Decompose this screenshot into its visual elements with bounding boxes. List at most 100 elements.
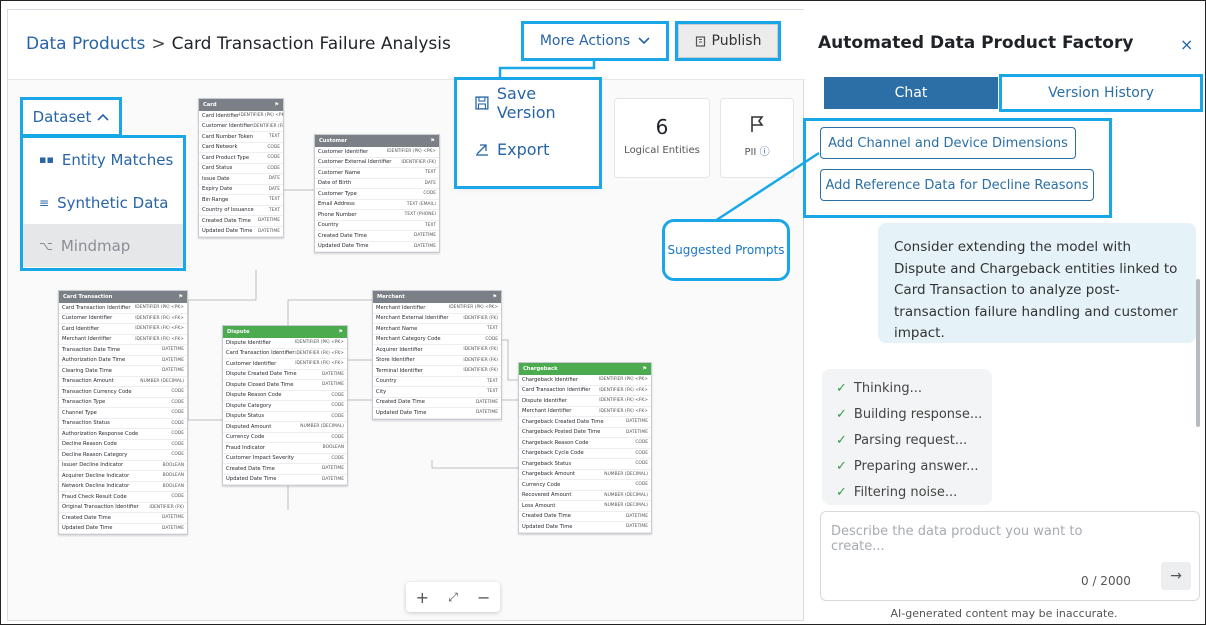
arrow-right-icon: → — [1170, 568, 1182, 584]
dataset-dropdown-button[interactable]: Dataset — [20, 97, 122, 137]
save-version-menu-item[interactable]: Save Version — [457, 80, 599, 126]
chat-scrollbar[interactable] — [1196, 279, 1200, 427]
prompt-input[interactable] — [831, 524, 1131, 564]
attribute-name: Email Address — [318, 201, 355, 208]
more-actions-button[interactable]: More Actions — [521, 21, 669, 61]
attribute-type: NUMBER (DECIMAL) — [604, 503, 648, 509]
entity-attribute-row: Store Identifier IDENTIFIER (FK) — [373, 356, 501, 366]
entity-attribute-row: Merchant Name TEXT — [373, 324, 501, 335]
entity-attribute-row: Country TEXT — [373, 377, 501, 387]
entity-customer[interactable]: Customer ⚑ Customer Identifier IDENTIFIER (… — [314, 134, 440, 253]
prompt-input-box: 0 / 2000 → — [820, 511, 1200, 601]
entity-attribute-row: Customer Identifier IDENTIFIER (PK) <PK> — [315, 147, 439, 158]
flag-icon: ⚑ — [492, 294, 497, 300]
status-step: ✓ Parsing request... — [836, 432, 968, 448]
synthetic-data-item[interactable]: ≡ Synthetic Data — [23, 181, 183, 224]
attribute-type: IDENTIFIER (FK) — [463, 357, 498, 363]
attribute-type: CODE — [635, 440, 648, 446]
attribute-name: Merchant Identifier — [62, 336, 112, 343]
attribute-name: Card Identifier — [202, 112, 240, 119]
export-menu-item[interactable]: Export — [457, 126, 599, 172]
check-circle-icon: ✓ — [836, 432, 847, 448]
entity-matches-item[interactable]: ▪▪ Entity Matches — [23, 138, 183, 181]
entity-name: Customer — [319, 138, 348, 144]
status-step: ✓ Preparing answer... — [836, 458, 979, 474]
attribute-type: NUMBER (DECIMAL) — [140, 378, 184, 384]
attribute-type: DATETIME — [322, 476, 344, 482]
attribute-type: BOOLEAN — [322, 445, 344, 451]
attribute-name: Country of Issuance — [202, 207, 254, 214]
send-button[interactable]: → — [1161, 562, 1191, 590]
suggestion-chip[interactable]: Add Reference Data for Decline Reasons — [820, 169, 1094, 201]
attribute-type: DATETIME — [322, 466, 344, 472]
attribute-name: Issue Date — [202, 175, 230, 182]
attribute-type: DATETIME — [322, 371, 344, 377]
attribute-type: DATETIME — [414, 233, 436, 239]
character-counter: 0 / 2000 — [1081, 574, 1131, 588]
attribute-type: IDENTIFIER (FK) <FK> — [295, 361, 344, 367]
entity-chargeback[interactable]: Chargeback ⚑ Chargeback Identifier IDENTIFI… — [518, 362, 652, 534]
entity-attribute-row: Updated Date Time DATETIME — [199, 227, 283, 237]
attribute-name: Transaction Date Time — [62, 346, 121, 353]
attribute-name: Updated Date Time — [522, 523, 573, 530]
callout-pointer — [714, 151, 820, 223]
attribute-type: TEXT — [486, 389, 498, 395]
entity-attribute-row: Authorization Date Time DATETIME — [59, 356, 187, 366]
attribute-name: Fraud Indicator — [226, 444, 266, 451]
status-step: ✓ Filtering noise... — [836, 484, 958, 500]
entity-attribute-row: Customer Name TEXT — [315, 168, 439, 179]
entity-attribute-row: Issuer Decline Indicator BOOLEAN — [59, 461, 187, 471]
entity-merchant[interactable]: Merchant ⚑ Merchant Identifier IDENTIFIER (… — [372, 290, 502, 420]
entity-attribute-row: Fraud Indicator BOOLEAN — [223, 443, 347, 454]
page-title: Card Transaction Failure Analysis — [171, 34, 451, 54]
status-steps: ✓ Thinking... ✓ Building response... ✓ Pars… — [822, 369, 992, 505]
attribute-name: Card Product Type — [202, 154, 250, 161]
entity-attribute-row: Dispute Reason Code CODE — [223, 391, 347, 401]
tab-version-history[interactable]: Version History — [999, 74, 1203, 112]
entity-attribute-row: Updated Date Time DATETIME — [59, 524, 187, 534]
attribute-name: Created Date Time — [318, 232, 367, 239]
entity-matches-label: Entity Matches — [61, 150, 174, 169]
entity-attribute-row: Chargeback Status CODE — [519, 459, 651, 470]
entity-header: Dispute ⚑ — [223, 326, 347, 338]
entity-attribute-row: Merchant Category Code CODE — [373, 335, 501, 345]
suggestion-chip[interactable]: Add Channel and Device Dimensions — [820, 127, 1076, 159]
entity-card-transaction[interactable]: Card Transaction ⚑ Card Transaction Identi… — [58, 290, 188, 535]
attribute-name: Currency Code — [226, 434, 265, 441]
entity-attribute-row: Recovered Amount NUMBER (DECIMAL) — [519, 491, 651, 501]
dataset-menu: ▪▪ Entity Matches ≡ Synthetic Data ⌥ Min… — [20, 135, 186, 271]
attribute-type: DATETIME — [162, 357, 184, 363]
entity-attribute-row: Updated Date Time DATETIME — [223, 475, 347, 485]
attribute-name: Dispute Status — [226, 413, 265, 420]
entity-attribute-row: Dispute Closed Date Time DATETIME — [223, 380, 347, 391]
attribute-name: City — [376, 388, 387, 395]
attribute-type: TEXT — [268, 207, 280, 213]
entity-card[interactable]: Card ⚑ Card IdentifierIDENTIFIER (PK) <PK>… — [198, 98, 284, 238]
suggested-prompts-callout: Suggested Prompts — [662, 219, 790, 281]
status-step: ✓ Thinking... — [836, 380, 922, 396]
attribute-name: Transaction Amount — [62, 378, 114, 385]
attribute-name: Chargeback Posted Date Time — [522, 429, 601, 436]
attribute-name: Created Date Time — [376, 399, 425, 406]
attribute-name: Decline Reason Code — [62, 441, 117, 448]
zoom-in-icon[interactable]: + — [416, 588, 429, 607]
entity-name: Card Transaction — [63, 294, 113, 300]
entity-dispute[interactable]: Dispute ⚑ Dispute Identifier IDENTIFIER (PK… — [222, 325, 348, 486]
attribute-type: CODE — [267, 165, 280, 171]
tab-chat[interactable]: Chat — [824, 77, 998, 109]
fit-screen-icon[interactable]: ⤢ — [448, 590, 458, 605]
close-icon[interactable]: × — [1180, 35, 1193, 54]
entity-attribute-row: Card Transaction Identifier IDENTIFIER (P… — [59, 303, 187, 314]
check-circle-icon: ✓ — [836, 458, 847, 474]
entity-attribute-row: Channel Type CODE — [59, 408, 187, 419]
entity-attribute-row: Merchant External Identifier IDENTIFIER (… — [373, 314, 501, 324]
entity-attribute-row: Transaction Date Time DATETIME — [59, 345, 187, 356]
zoom-out-icon[interactable]: − — [477, 588, 490, 607]
grid-icon: ▪▪ — [39, 153, 54, 166]
attribute-name: Decline Reason Category — [62, 451, 128, 458]
entity-attribute-row: Created Date Time DATETIME — [519, 512, 651, 522]
breadcrumb-link-data-products[interactable]: Data Products — [26, 34, 145, 54]
entity-attribute-row: Transaction Currency Code CODE — [59, 387, 187, 398]
logical-entities-count: 6 — [655, 115, 669, 139]
publish-button[interactable]: Publish — [675, 21, 781, 61]
